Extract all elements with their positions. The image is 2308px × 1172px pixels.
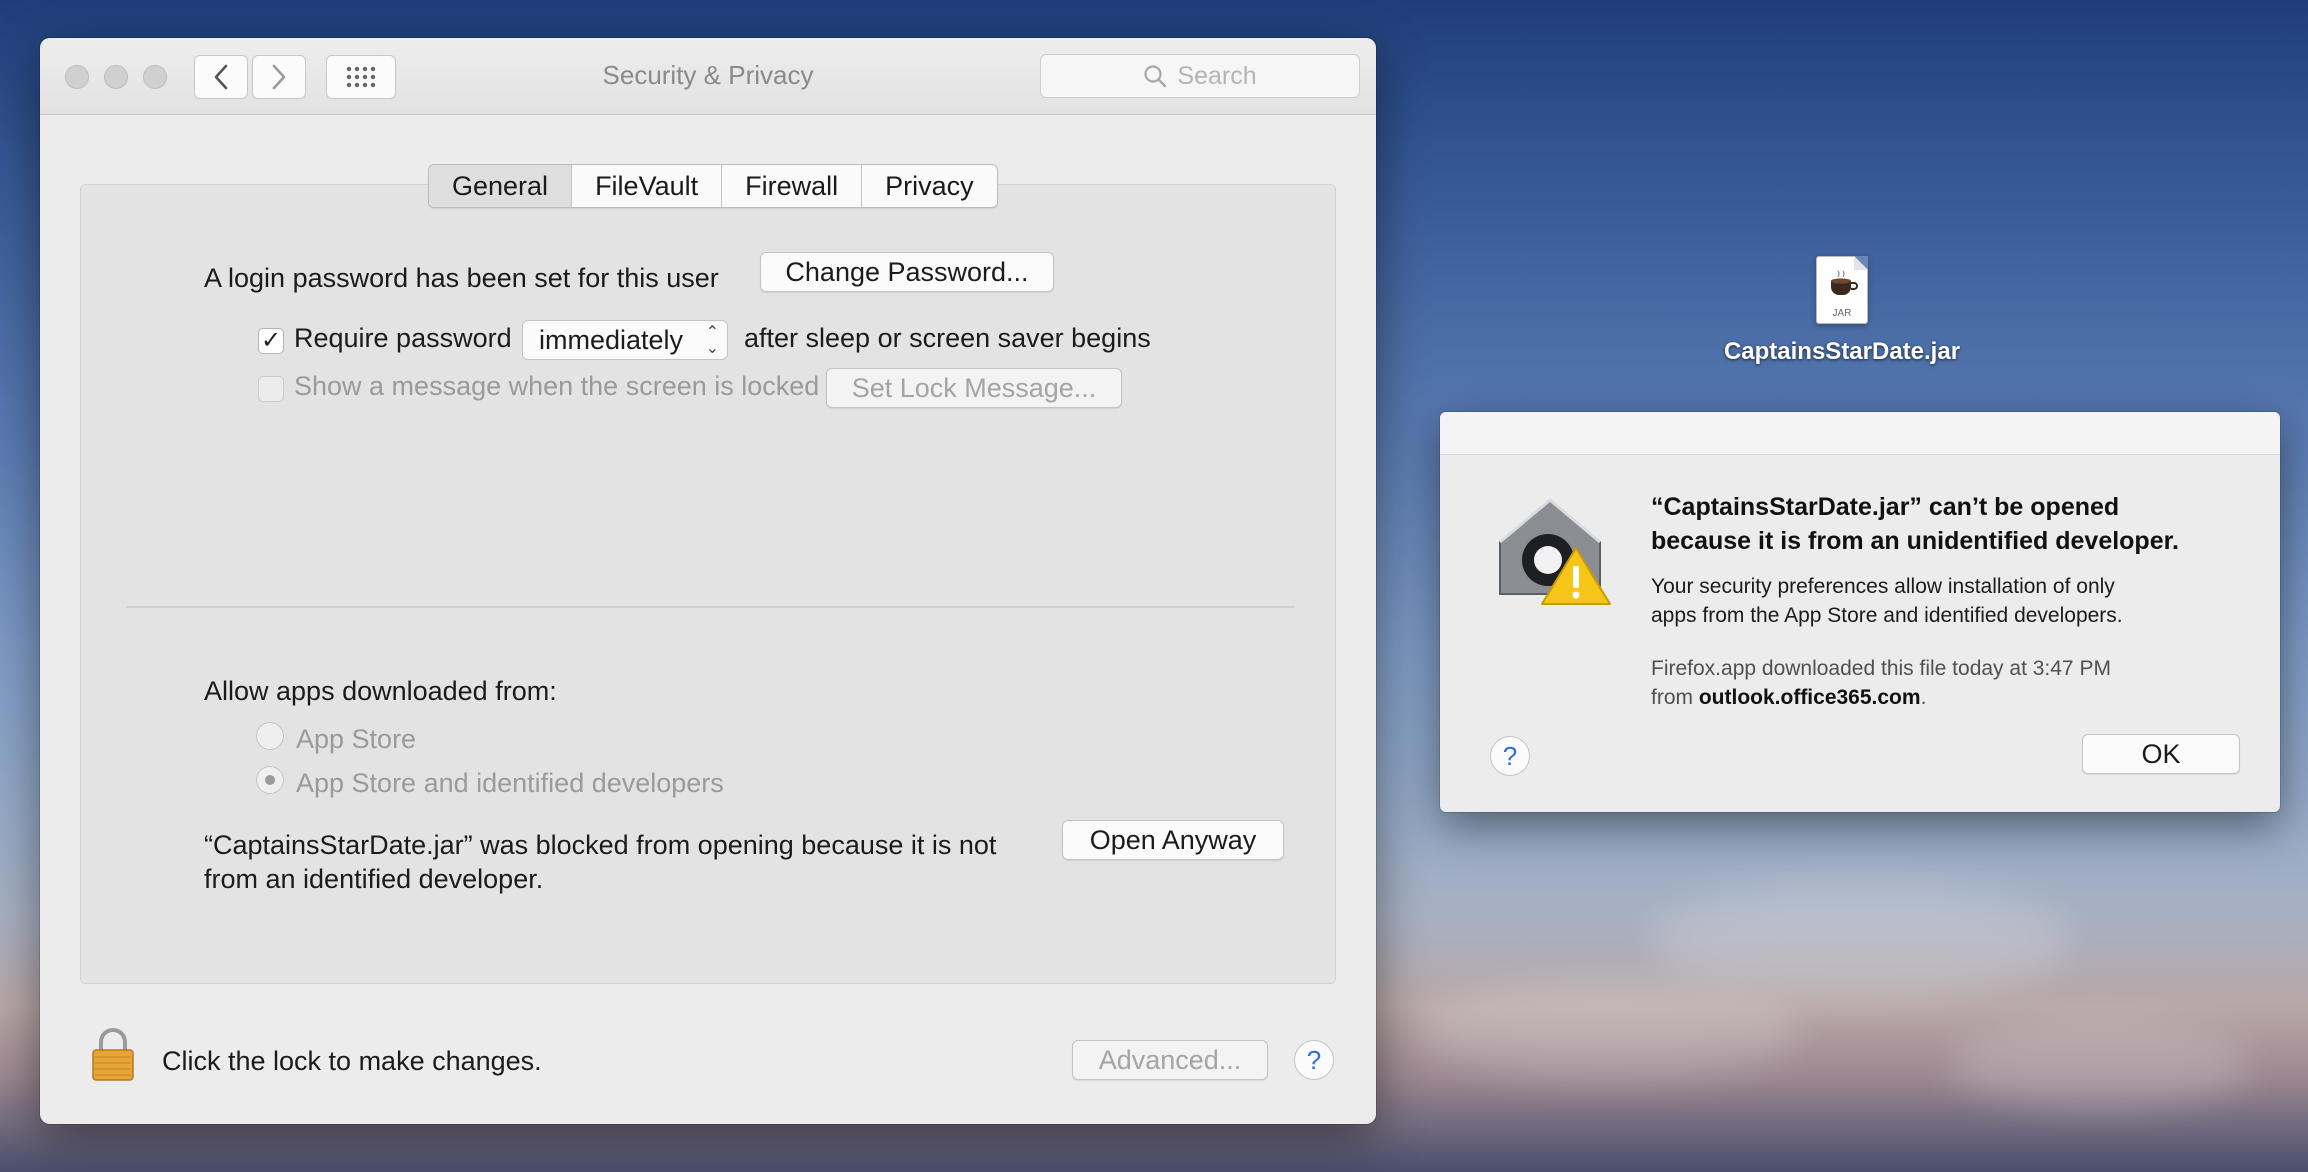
tab-privacy[interactable]: Privacy [861,165,997,207]
alert-info-line2: from outlook.office365.com. [1651,683,2251,712]
search-placeholder: Search [1177,61,1257,90]
alert-message-line2: apps from the App Store and identified d… [1651,604,2123,627]
tab-bar: General FileVault Firewall Privacy [428,164,998,208]
alert-message-line1: Your security preferences allow installa… [1651,575,2115,598]
select-arrows-icon: ⌃ ⌄ [705,324,719,357]
alert-message: Your security preferences allow installa… [1651,572,2251,630]
alert-download-info: Firefox.app downloaded this file today a… [1651,654,2251,712]
alert-help-button[interactable]: ? [1490,736,1530,776]
alert-title-line1: “CaptainsStarDate.jar” can’t be opened [1651,493,2120,521]
desktop-cloud [1950,1020,2250,1110]
blocked-message-line2: from an identified developer. [204,864,544,894]
desktop-cloud [1420,980,1800,1080]
set-lock-message-button[interactable]: Set Lock Message... [826,368,1122,408]
login-password-text: A login password has been set for this u… [204,263,719,293]
radio-selected-dot [265,775,275,785]
radio-app-store-label: App Store [296,724,417,754]
jar-file-label: JAR [1832,308,1852,319]
show-message-checkbox[interactable] [258,376,284,402]
section-divider [126,606,1294,608]
alert-titlebar[interactable] [1440,412,2280,455]
lock-text: Click the lock to make changes. [162,1046,542,1076]
security-privacy-window: Security & Privacy Search General FileVa… [40,38,1376,1124]
search-icon [1144,65,1167,88]
ok-button[interactable]: OK [2082,734,2240,774]
radio-app-store[interactable] [256,722,284,750]
alert-title: “CaptainsStarDate.jar” can’t be opened b… [1651,490,2251,558]
require-password-delay-value: immediately [539,325,684,355]
show-message-label: Show a message when the screen is locked [294,371,820,401]
alert-info-period: . [1920,686,1927,709]
radio-app-store-identified-label: App Store and identified developers [296,768,724,798]
allow-apps-label: Allow apps downloaded from: [204,676,557,706]
require-password-label: Require password [294,323,512,353]
after-sleep-text: after sleep or screen saver begins [744,323,1151,353]
window-titlebar[interactable]: Security & Privacy Search [40,38,1376,115]
advanced-button[interactable]: Advanced... [1072,1040,1268,1080]
desktop-cloud [1650,880,2070,1000]
page-fold [1854,256,1868,270]
require-password-delay-select[interactable]: immediately ⌃ ⌄ [522,320,728,360]
jar-file-name[interactable]: CaptainsStarDate.jar [1700,338,1984,366]
tab-filevault[interactable]: FileVault [571,165,721,207]
help-button[interactable]: ? [1294,1040,1334,1080]
tab-firewall[interactable]: Firewall [721,165,861,207]
lock-icon[interactable] [90,1026,136,1082]
unidentified-developer-alert: “CaptainsStarDate.jar” can’t be opened b… [1440,412,2280,812]
open-anyway-button[interactable]: Open Anyway [1062,820,1284,860]
coffee-cup-icon [1831,270,1858,295]
require-password-checkbox[interactable]: ✓ [258,328,284,354]
alert-title-line2: because it is from an unidentified devel… [1651,527,2179,555]
gatekeeper-warning-icon [1499,498,1611,605]
jar-file-icon[interactable]: JAR [1816,256,1868,324]
search-field[interactable]: Search [1040,54,1360,98]
change-password-button[interactable]: Change Password... [760,252,1054,292]
blocked-message-line1: “CaptainsStarDate.jar” was blocked from … [204,830,997,860]
alert-info-line1: Firefox.app downloaded this file today a… [1651,657,2111,680]
radio-app-store-identified[interactable] [256,766,284,794]
tab-general[interactable]: General [429,165,572,207]
alert-info-domain: outlook.office365.com [1698,686,1921,709]
alert-info-from: from [1651,686,1693,709]
